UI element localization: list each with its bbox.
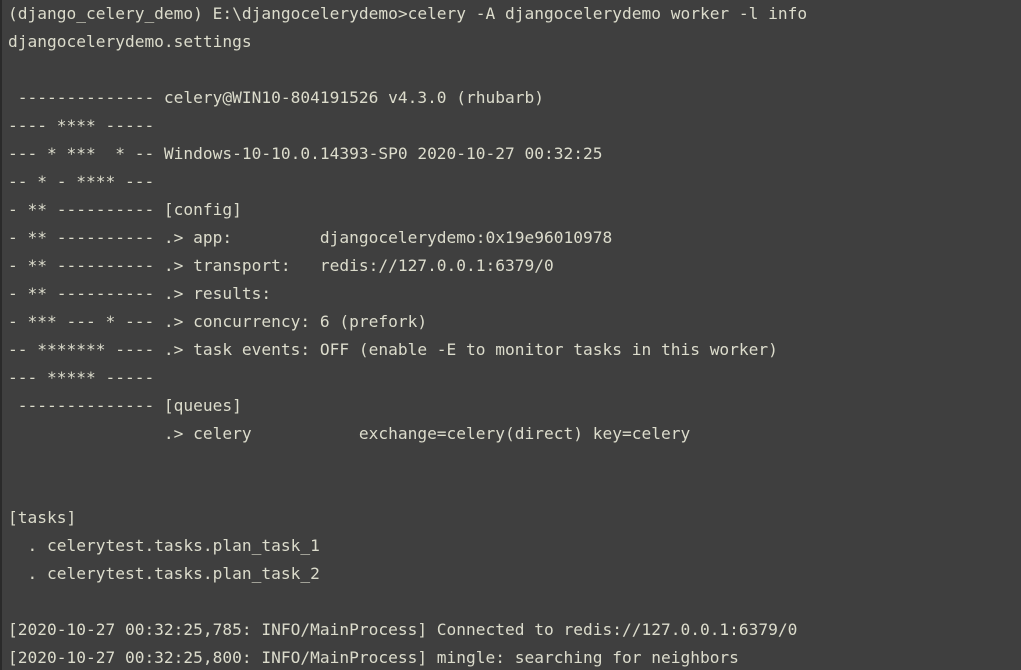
terminal-line-log-connected: [2020-10-27 00:32:25,785: INFO/MainProce… xyxy=(8,620,798,639)
terminal-line-config-app: - ** ---------- .> app: djangocelerydemo… xyxy=(8,228,613,247)
terminal-line-log-mingle: [2020-10-27 00:32:25,800: INFO/MainProce… xyxy=(8,648,739,667)
terminal-line-task-item: . celerytest.tasks.plan_task_1 xyxy=(8,536,320,555)
terminal-line-command: (django_celery_demo) E:\djangocelerydemo… xyxy=(8,4,808,23)
terminal-window[interactable]: (django_celery_demo) E:\djangocelerydemo… xyxy=(0,0,1021,670)
terminal-line-banner-art: -- * - **** --- xyxy=(8,172,155,191)
terminal-line-task-item: . celerytest.tasks.plan_task_2 xyxy=(8,564,320,583)
terminal-line-config-transport: - ** ---------- .> transport: redis://12… xyxy=(8,256,554,275)
terminal-line-config-task-events: -- ******* ---- .> task events: OFF (ena… xyxy=(8,340,778,359)
terminal-line-banner-art: --- ***** ----- xyxy=(8,368,155,387)
terminal-line-queues-header: -------------- [queues] xyxy=(8,396,242,415)
terminal-line-banner-host: -------------- celery@WIN10-804191526 v4… xyxy=(8,88,545,107)
terminal-line-config-concurrency: - *** --- * --- .> concurrency: 6 (prefo… xyxy=(8,312,428,331)
terminal-line-queue-celery: .> celery exchange=celery(direct) key=ce… xyxy=(8,424,691,443)
terminal-line-banner-platform: --- * *** * -- Windows-10-10.0.14393-SP0… xyxy=(8,144,603,163)
terminal-line-banner-art: ---- **** ----- xyxy=(8,116,155,135)
terminal-line-tasks-header: [tasks] xyxy=(8,508,77,527)
terminal-line-config-header: - ** ---------- [config] xyxy=(8,200,242,219)
terminal-line-settings: djangocelerydemo.settings xyxy=(8,32,252,51)
terminal-line-config-results: - ** ---------- .> results: xyxy=(8,284,272,303)
